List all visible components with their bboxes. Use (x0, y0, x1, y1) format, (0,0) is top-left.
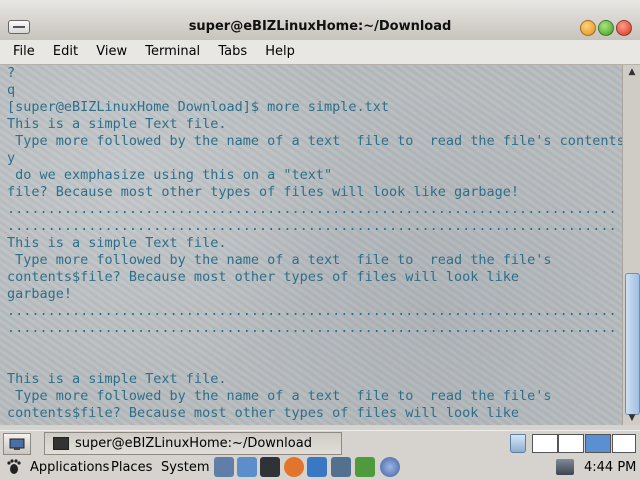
terminal-line: [super@eBIZLinuxHome Download]$ more sim… (7, 99, 390, 115)
bottom-taskbar: super@eBIZLinuxHome:~/Download (0, 430, 640, 456)
terminal-line: ........................................… (7, 201, 617, 217)
terminal-line: do we exmphasize using this on a "text" (7, 167, 333, 183)
terminal-launcher-icon[interactable] (260, 457, 280, 477)
terminal-line: contents$file? Because most other types … (7, 269, 520, 285)
office-writer-icon[interactable] (331, 457, 351, 477)
terminal-line: file? Because most other types of files … (7, 184, 520, 200)
terminal-output-area[interactable]: ? q [super@eBIZLinuxHome Download]$ more s… (0, 65, 622, 425)
terminal-line: garbage! (7, 286, 73, 302)
email-client-icon[interactable] (307, 457, 327, 477)
workspace-3[interactable] (585, 434, 611, 453)
applications-menu[interactable]: Applications (30, 460, 109, 475)
system-menu[interactable]: System (161, 460, 209, 475)
places-menu[interactable]: Places (111, 460, 152, 475)
foot-icon-shape (7, 459, 21, 474)
terminal-line: ........................................… (7, 218, 617, 234)
terminal-line: y (7, 150, 16, 166)
window-titlebar[interactable]: super@eBIZLinuxHome:~/Download (0, 0, 640, 41)
office-calc-icon[interactable] (355, 457, 375, 477)
firefox-icon[interactable] (284, 457, 304, 477)
menubar: File Edit View Terminal Tabs Help (0, 40, 640, 65)
terminal-icon (53, 437, 69, 450)
terminal-line: This is a simple Text file. (7, 371, 227, 387)
menu-terminal[interactable]: Terminal (138, 40, 207, 59)
terminal-lines: ? q [super@eBIZLinuxHome Download]$ more s… (7, 65, 622, 422)
terminal-line: Type more followed by the name of a text… (7, 133, 622, 149)
clock[interactable]: 4:44 PM (584, 460, 636, 475)
terminal-line: contents$file? Because most other types … (7, 405, 520, 421)
network-globe-icon[interactable] (380, 457, 400, 477)
desktop-icon (9, 438, 25, 450)
menu-file[interactable]: File (6, 40, 42, 59)
terminal-line: ........................................… (7, 320, 617, 336)
terminal-line: This is a simple Text file. (7, 235, 227, 251)
terminal-line: Type more followed by the name of a text… (7, 388, 552, 404)
workspace-2[interactable] (558, 434, 584, 453)
scroll-up-arrow-icon[interactable]: ▲ (623, 65, 640, 79)
web-browser-icon[interactable] (237, 457, 257, 477)
terminal-line: Type more followed by the name of a text… (7, 252, 552, 268)
task-button-terminal[interactable]: super@eBIZLinuxHome:~/Download (44, 432, 342, 455)
gnome-panel: Applications Places System 4:44 PM (0, 455, 640, 480)
gnome-foot-icon[interactable] (6, 459, 22, 475)
menu-view[interactable]: View (89, 40, 134, 59)
trash-icon[interactable] (510, 434, 526, 453)
window-title: super@eBIZLinuxHome:~/Download (188, 19, 452, 34)
network-status-icon[interactable] (556, 459, 574, 475)
workspace-1[interactable] (532, 434, 558, 453)
show-desktop-button[interactable] (3, 433, 31, 455)
terminal-scrollbar[interactable]: ▲ ▼ (622, 65, 640, 425)
scroll-down-arrow-icon[interactable]: ▼ (623, 411, 640, 425)
menu-help[interactable]: Help (258, 40, 302, 59)
minimize-button[interactable] (580, 20, 596, 36)
terminal-line: ........................................… (7, 303, 617, 319)
workspace-4[interactable] (612, 434, 636, 453)
scrollbar-thumb[interactable] (625, 273, 640, 415)
terminal-line: q (7, 82, 16, 98)
terminal-line: ? (7, 65, 16, 81)
menu-tabs[interactable]: Tabs (211, 40, 254, 59)
terminal-line: This is a simple Text file. (7, 116, 227, 132)
menu-edit[interactable]: Edit (46, 40, 85, 59)
network-server-icon[interactable] (214, 457, 234, 477)
close-button[interactable] (616, 20, 632, 36)
task-button-label: super@eBIZLinuxHome:~/Download (75, 436, 312, 451)
maximize-button[interactable] (598, 20, 614, 36)
